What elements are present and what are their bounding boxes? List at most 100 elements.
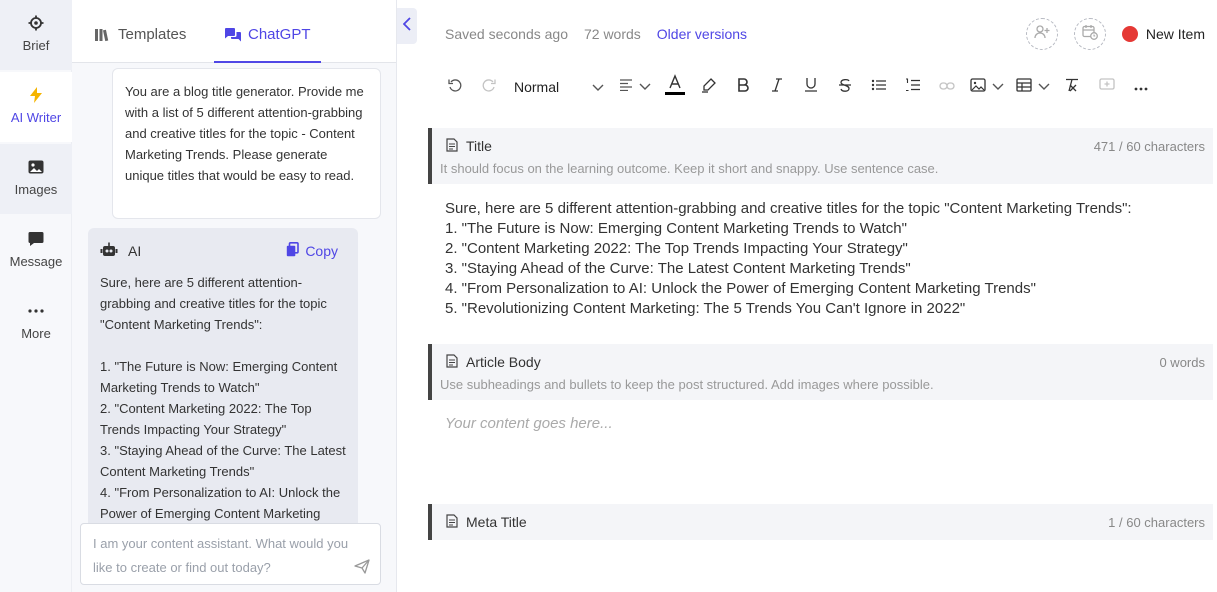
rail-item-message[interactable]: Message	[0, 216, 72, 286]
character-count: 1 / 60 characters	[1108, 514, 1205, 530]
highlighter-icon	[701, 77, 717, 98]
document-icon	[446, 353, 458, 371]
character-count: 471 / 60 characters	[1093, 138, 1205, 154]
undo-icon	[448, 78, 462, 97]
library-icon	[94, 27, 110, 43]
insert-image-select[interactable]	[964, 76, 1010, 98]
add-user-icon	[1034, 24, 1050, 44]
ai-sender: AI	[100, 242, 141, 261]
user-prompt-message: You are a blog title generator. Provide …	[112, 68, 381, 219]
strikethrough-button[interactable]	[828, 76, 862, 98]
collapse-panel-button[interactable]	[397, 8, 417, 44]
new-item-status[interactable]: New Item	[1121, 26, 1205, 42]
rail-item-label: Brief	[22, 38, 50, 53]
underline-button[interactable]	[794, 76, 828, 98]
rail-item-ai-writer[interactable]: AI Writer	[0, 72, 72, 142]
redo-icon	[482, 78, 496, 97]
meta-title-section-header: Meta Title 1 / 60 characters	[428, 504, 1213, 540]
calendar-clock-icon	[1082, 24, 1098, 45]
send-icon[interactable]	[354, 558, 370, 574]
italic-button[interactable]	[760, 76, 794, 98]
add-comment-button[interactable]	[1090, 76, 1124, 98]
new-item-label: New Item	[1145, 26, 1205, 42]
section-hint: Use subheadings and bullets to keep the …	[440, 377, 934, 392]
rail-item-label: Images	[14, 182, 58, 197]
undo-button[interactable]	[438, 76, 472, 98]
link-icon	[939, 78, 955, 96]
rail-item-label: More	[21, 326, 51, 341]
section-title: Meta Title	[466, 514, 527, 530]
body-section-header: Article Body 0 words Use subheadings and…	[428, 344, 1213, 400]
text-style-select[interactable]: Normal	[506, 79, 612, 95]
bold-icon	[737, 77, 749, 97]
more-icon	[27, 302, 45, 320]
ai-sender-name: AI	[128, 243, 142, 259]
rail-item-label: Message	[9, 254, 63, 269]
text-color-button[interactable]	[658, 73, 692, 101]
text-color-icon	[665, 73, 685, 101]
copy-button[interactable]: Copy	[286, 242, 338, 260]
align-select[interactable]	[612, 76, 658, 98]
more-options-button[interactable]	[1124, 76, 1158, 98]
link-button[interactable]	[930, 76, 964, 98]
image-icon	[970, 77, 986, 97]
bold-button[interactable]	[726, 76, 760, 98]
align-left-icon	[619, 78, 633, 96]
italic-icon	[771, 77, 783, 97]
chat-input-box	[80, 523, 381, 585]
tab-chatgpt[interactable]: ChatGPT	[214, 26, 321, 63]
schedule-button[interactable]	[1073, 18, 1106, 50]
chat-panel: Templates ChatGPT You are a blog title g…	[72, 0, 397, 592]
title-content[interactable]: Sure, here are 5 different attention-gra…	[445, 199, 1132, 319]
tab-label: Templates	[118, 26, 187, 43]
editor-actions: New Item	[1025, 18, 1205, 50]
word-count: 72 words	[583, 26, 641, 42]
chevron-down-icon	[1038, 78, 1050, 96]
insert-table-select[interactable]	[1010, 76, 1056, 98]
ai-response-message: AI Copy Sure, here are 5 different atten…	[88, 228, 358, 558]
rail-item-brief[interactable]: Brief	[0, 0, 72, 70]
document-icon	[446, 137, 458, 155]
word-count: 0 words	[1159, 354, 1205, 370]
chat-input[interactable]	[93, 532, 353, 580]
copy-icon	[286, 242, 300, 260]
ai-response-text: Sure, here are 5 different attention-gra…	[100, 275, 346, 542]
rail-item-more[interactable]: More	[0, 288, 72, 358]
chevron-down-icon	[592, 79, 604, 95]
document-icon	[446, 513, 458, 531]
left-rail: Brief AI Writer Images Message More	[0, 0, 72, 592]
chevron-left-icon	[402, 16, 411, 36]
editor: Saved seconds ago 72 words Older version…	[418, 0, 1217, 592]
section-title: Article Body	[466, 354, 541, 370]
copy-label: Copy	[305, 243, 338, 259]
save-status: Saved seconds ago	[445, 26, 568, 42]
user-prompt-text: You are a blog title generator. Provide …	[125, 84, 364, 183]
numbered-list-button[interactable]	[896, 76, 930, 98]
section-hint: It should focus on the learning outcome.…	[440, 161, 939, 176]
bullet-list-icon	[871, 78, 887, 96]
robot-icon	[100, 242, 118, 261]
clear-format-button[interactable]	[1056, 76, 1090, 98]
body-content-placeholder[interactable]: Your content goes here...	[445, 415, 613, 432]
more-icon	[1134, 78, 1148, 96]
strikethrough-icon	[838, 78, 852, 97]
rail-item-label: AI Writer	[10, 110, 62, 125]
editor-status-bar: Saved seconds ago 72 words Older version…	[445, 26, 747, 42]
tab-templates[interactable]: Templates	[94, 26, 186, 63]
rail-item-images[interactable]: Images	[0, 144, 72, 214]
bullet-list-button[interactable]	[862, 76, 896, 98]
tab-label: ChatGPT	[248, 26, 311, 43]
section-title: Title	[466, 138, 492, 154]
gear-icon	[27, 14, 45, 32]
redo-button[interactable]	[472, 76, 506, 98]
text-style-value: Normal	[514, 79, 560, 95]
older-versions-link[interactable]: Older versions	[657, 26, 747, 42]
assign-user-button[interactable]	[1025, 18, 1058, 50]
lightning-icon	[27, 86, 45, 104]
chevron-down-icon	[639, 78, 651, 96]
image-icon	[27, 158, 45, 176]
chat-bubble-icon	[27, 230, 45, 248]
format-toolbar: Normal	[438, 73, 1158, 101]
chat-tabs: Templates ChatGPT	[72, 0, 396, 63]
highlight-button[interactable]	[692, 76, 726, 98]
